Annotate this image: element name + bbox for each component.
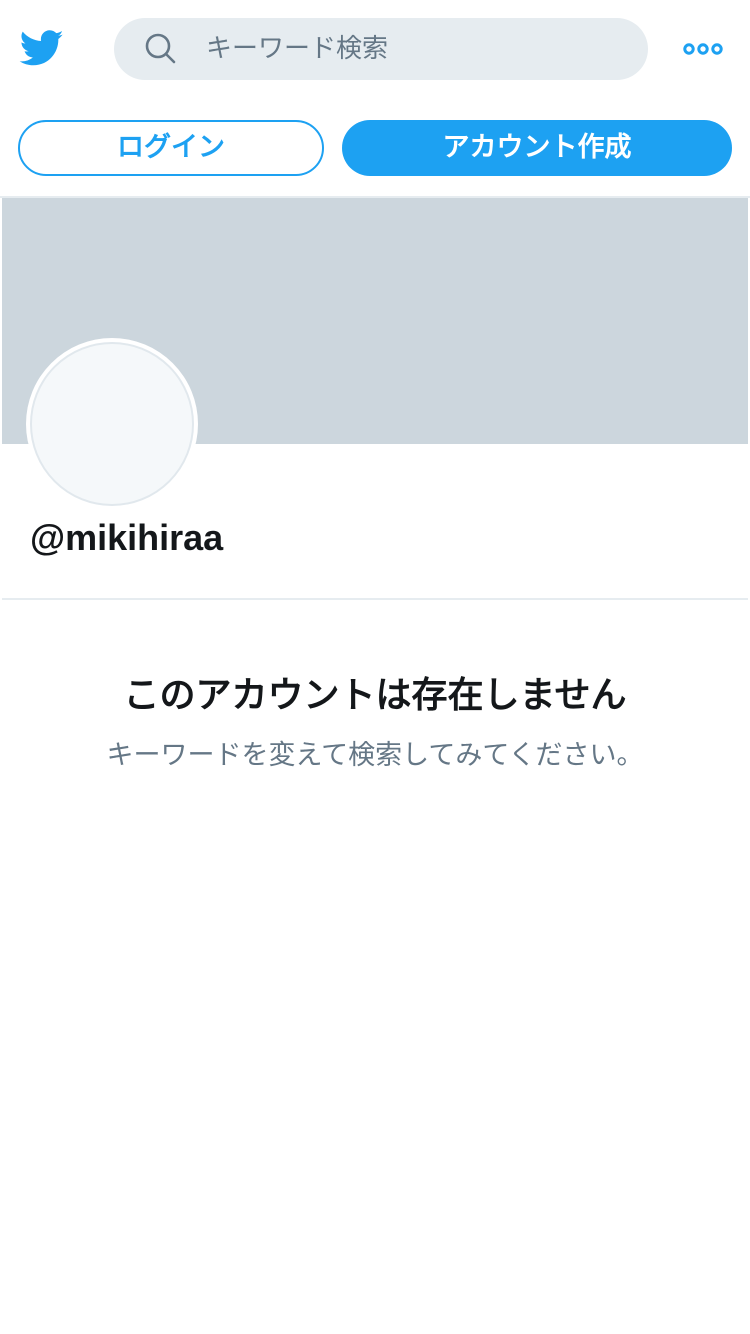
content-divider — [2, 598, 748, 600]
avatar — [26, 338, 198, 510]
search-input[interactable] — [206, 18, 626, 80]
top-bar — [0, 0, 750, 100]
login-button[interactable]: ログイン — [18, 120, 324, 176]
twitter-logo-icon[interactable] — [18, 26, 66, 70]
search-bar[interactable] — [114, 18, 648, 80]
more-options-icon[interactable] — [682, 36, 724, 62]
empty-state-subtitle: キーワードを変えて検索してみてください。 — [106, 740, 644, 771]
empty-state-title: このアカウントは存在しません — [123, 675, 627, 716]
avatar-placeholder — [30, 342, 194, 506]
profile-handle: @mikihiraa — [30, 517, 224, 558]
signup-button[interactable]: アカウント作成 — [342, 120, 732, 176]
search-icon[interactable] — [144, 32, 178, 66]
